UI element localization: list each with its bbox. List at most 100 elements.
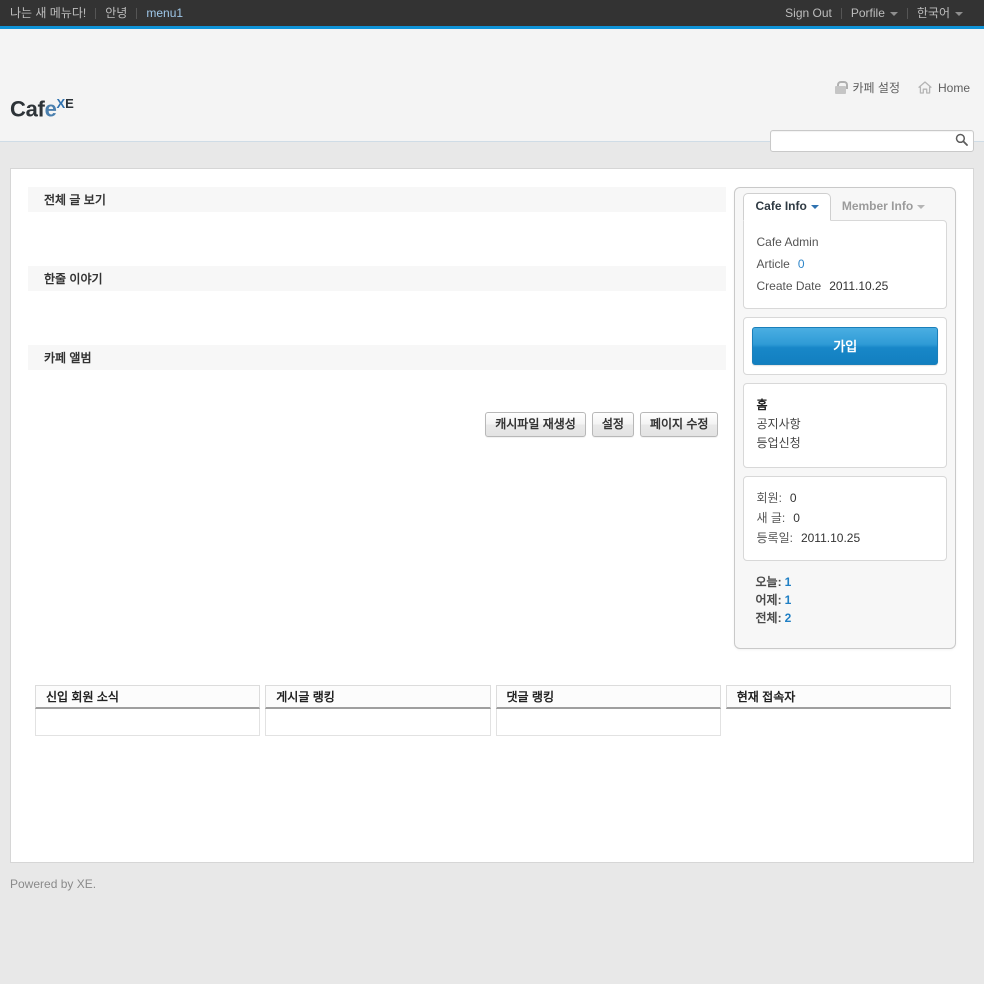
join-wrapper: 가입 [744,318,946,374]
stat-row-created-date: 등록일: 2011.10.25 [756,528,934,548]
widget-new-members: 신입 회원 소식 [35,685,261,736]
site-logo[interactable]: CafeXE [10,97,74,120]
info-row-cafe-admin: Cafe Admin [756,231,934,253]
info-label: Create Date [756,279,822,293]
page-footer: Powered by XE. [0,863,984,891]
content-panel: 전체 글 보기 한줄 이야기 카페 앨범 캐시파일 재생성 설정 페이지 수정 [10,168,974,863]
visit-value: 1 [784,575,792,589]
profile-menu-label: Porfile [850,6,885,20]
visit-value: 2 [784,611,792,625]
widget-body [265,709,491,736]
page-body: 전체 글 보기 한줄 이야기 카페 앨범 캐시파일 재생성 설정 페이지 수정 [0,142,984,863]
widget-body [495,709,721,736]
info-value: 0 [797,257,805,271]
widget-title: 게시글 랭킹 [265,685,491,709]
cafe-settings-link[interactable]: 카페 설정 [835,79,900,96]
action-button-row: 캐시파일 재생성 설정 페이지 수정 [28,412,726,437]
section-title: 카페 앨범 [44,351,92,365]
tab-cafe-info[interactable]: Cafe Info [743,193,831,221]
sidebar-menu-list: 홈 공지사항 등업신청 [744,384,946,467]
join-card: 가입 [743,317,947,375]
sidebar-menu-card: 홈 공지사항 등업신청 [743,383,947,468]
regenerate-cache-button[interactable]: 캐시파일 재생성 [485,412,586,437]
info-row-article: Article 0 [756,253,934,275]
edit-page-button[interactable]: 페이지 수정 [639,412,719,437]
search-icon [955,133,968,149]
logo-text-x: X [56,96,66,111]
sidebar-stats-list: 회원: 0 새 글: 0 등록일: 2011.10.25 [744,477,946,560]
stat-value: 0 [789,491,797,505]
settings-button[interactable]: 설정 [591,412,634,437]
language-menu[interactable]: 한국어 [908,0,972,26]
widget-title: 신입 회원 소식 [35,685,261,709]
search-input[interactable] [771,132,949,150]
section-body-cafe-album [28,370,726,412]
content-columns: 전체 글 보기 한줄 이야기 카페 앨범 캐시파일 재생성 설정 페이지 수정 [28,187,956,649]
site-header: CafeXE 카페 설정 Home [0,29,984,152]
topbar-menu-item-2[interactable]: menu1 [137,0,192,26]
visit-label: 오늘: [755,575,782,589]
section-header-cafe-album[interactable]: 카페 앨범 [28,345,727,370]
section-body-one-line-story [28,291,726,345]
widget-post-ranking: 게시글 랭킹 [265,685,491,736]
visit-row-yesterday: 어제: 1 [755,591,935,609]
info-row-create-date: Create Date 2011.10.25 [756,275,934,297]
topbar-right-menu: Sign Out Porfile 한국어 [776,0,972,26]
cafe-info-list: Cafe Admin Article 0 Create Date 2011.10.2… [744,221,946,308]
info-label: Article [756,257,790,271]
chevron-down-icon [955,11,963,16]
language-menu-label: 한국어 [916,6,950,20]
top-navigation-bar: 나는 새 메뉴다! 안녕 menu1 Sign Out Porfile 한국어 [0,0,984,29]
widget-body [725,709,951,736]
sign-out-link[interactable]: Sign Out [776,0,841,26]
visit-row-today: 오늘: 1 [755,573,935,591]
visit-value: 1 [784,593,792,607]
search-button[interactable] [949,131,973,151]
stat-value: 2011.10.25 [800,531,861,545]
join-button[interactable]: 가입 [752,327,938,365]
sidebar-stats-card: 회원: 0 새 글: 0 등록일: 2011.10.25 [743,476,947,561]
sidebar-tabs: Cafe Info Member Info [743,188,947,221]
tab-member-info-label: Member Info [841,199,914,213]
sidebar-item-home[interactable]: 홈 [756,396,934,415]
stat-label: 새 글: [756,511,786,525]
visit-row-total: 전체: 2 [755,609,935,627]
chevron-down-icon [889,11,898,16]
sidebar-column: Cafe Info Member Info Cafe Admin Article… [734,187,956,649]
home-label: Home [937,80,970,95]
logo-text-e: E [65,96,74,111]
home-link[interactable]: Home [918,81,970,95]
stat-value: 0 [793,511,800,525]
section-title: 한줄 이야기 [44,272,103,286]
tab-member-info[interactable]: Member Info [831,194,936,220]
topbar-menu-item-1[interactable]: 안녕 [96,0,136,26]
stat-label: 회원: [756,491,782,505]
tab-cafe-info-label: Cafe Info [755,199,807,213]
sidebar-item-notice[interactable]: 공지사항 [756,415,934,434]
topbar-menu-item-0[interactable]: 나는 새 메뉴다! [10,0,95,26]
search-box[interactable] [770,130,974,152]
section-title: 전체 글 보기 [44,193,106,207]
stat-row-new-posts: 새 글: 0 [756,508,934,528]
widget-title: 댓글 랭킹 [495,685,721,709]
sidebar-visitor-counter: 오늘: 1 어제: 1 전체: 2 [743,561,947,640]
stat-label: 등록일: [756,531,793,545]
main-column: 전체 글 보기 한줄 이야기 카페 앨범 캐시파일 재생성 설정 페이지 수정 [28,187,727,437]
sidebar-item-level-up-request[interactable]: 등업신청 [756,434,934,453]
section-header-one-line-story[interactable]: 한줄 이야기 [28,266,727,291]
profile-menu[interactable]: Porfile [842,0,907,26]
info-label: Cafe Admin [756,235,819,249]
cafe-settings-label: 카페 설정 [852,81,900,95]
logo-text-cafe: Cafe [10,96,57,122]
footer-text: Powered by XE. [10,877,97,891]
section-header-all-posts[interactable]: 전체 글 보기 [28,187,727,212]
widget-comment-ranking: 댓글 랭킹 [495,685,721,736]
topbar-left-menu: 나는 새 메뉴다! 안녕 menu1 [10,0,192,26]
widget-current-visitors: 현재 접속자 [725,685,951,736]
cafe-info-widget: Cafe Info Member Info Cafe Admin Article… [734,187,956,649]
chevron-down-icon [810,204,819,209]
home-icon [918,81,932,94]
lock-icon [835,81,849,94]
cafe-info-card: Cafe Admin Article 0 Create Date 2011.10.2… [743,220,947,309]
info-value: 2011.10.25 [829,279,889,293]
